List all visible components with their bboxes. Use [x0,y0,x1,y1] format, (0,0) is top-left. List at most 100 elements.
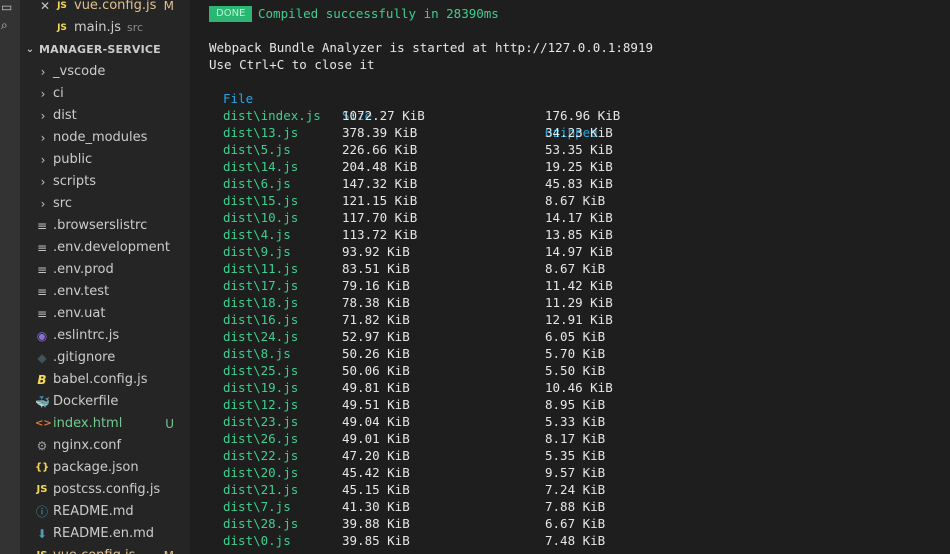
tree-item-label: .browserslistrc [53,218,148,233]
file-item[interactable]: ≡ .env.test [20,281,190,303]
open-editor-path: src [127,21,144,34]
table-row: dist\28.js 39.88 KiB 6.67 KiB [190,515,890,532]
tree-item-label: package.json [53,460,139,475]
table-row: dist\7.js 41.30 KiB 7.88 KiB [190,498,890,515]
file-item[interactable]: <> index.html U [20,413,190,435]
tree-item-label: dist [53,108,77,123]
size-cell: 39.85 KiB [342,533,410,548]
file-item[interactable]: ⓘ README.md [20,501,190,523]
gzipped-cell: 19.25 KiB [545,159,613,174]
close-hint-line: Use Ctrl+C to close it [209,57,375,72]
folder-item[interactable]: › public [20,149,190,171]
gzipped-cell: 7.24 KiB [545,482,606,497]
size-cell: 147.32 KiB [342,176,418,191]
file-item[interactable]: ⚙ nginx.conf [20,435,190,457]
compiled-message: Compiled successfully in 28390ms [258,6,499,21]
size-cell: 49.81 KiB [342,380,410,395]
chevron-right-icon: › [40,197,46,211]
js-file-icon: JS [57,1,67,11]
tree-item-label: public [53,152,93,167]
chevron-right-icon: › [40,109,46,123]
size-cell: 45.42 KiB [342,465,410,480]
search-icon[interactable]: ⌕ [1,18,15,32]
table-row: dist\13.js 378.39 KiB 34.23 KiB [190,124,890,141]
file-item[interactable]: ≡ .env.uat [20,303,190,325]
folder-item[interactable]: › src [20,193,190,215]
table-row: dist\17.js 79.16 KiB 11.42 KiB [190,277,890,294]
lines-icon: ≡ [36,219,48,233]
gzipped-cell: 7.48 KiB [545,533,606,548]
gzipped-cell: 8.67 KiB [545,193,606,208]
tree-item-label: .eslintrc.js [53,328,120,343]
chevron-right-icon: › [40,65,46,79]
file-item[interactable]: ≡ .env.development [20,237,190,259]
file-item[interactable]: 🐳 Dockerfile [20,391,190,413]
files-icon[interactable]: ▭ [1,0,15,14]
file-cell: dist\4.js [223,227,291,242]
open-editor-label: main.js [74,20,121,35]
open-editor-main[interactable]: JS main.js src [20,17,190,39]
size-cell: 113.72 KiB [342,227,418,242]
file-cell: dist\12.js [223,397,299,412]
folder-item[interactable]: › dist [20,105,190,127]
folder-item[interactable]: › ci [20,83,190,105]
file-cell: dist\14.js [223,159,299,174]
file-cell: dist\22.js [223,448,299,463]
babel-icon: B [37,373,47,387]
tree-item-label: .env.prod [53,262,114,277]
tree-item-label: vue.config.js [53,545,135,554]
column-header-file: File [223,91,254,106]
file-cell: dist\17.js [223,278,299,293]
table-row: dist\18.js 78.38 KiB 11.29 KiB [190,294,890,311]
file-item[interactable]: ◆ .gitignore [20,347,190,369]
js-icon: JS [35,545,49,554]
file-cell: dist\26.js [223,431,299,446]
size-cell: 49.04 KiB [342,414,410,429]
size-cell: 41.30 KiB [342,499,410,514]
tree-item-label: Dockerfile [53,394,119,409]
terminal-panel[interactable]: DONE Compiled successfully in 28390ms We… [190,0,950,554]
tree-item-label: README.en.md [53,526,154,541]
gzipped-cell: 13.85 KiB [545,227,613,242]
open-editor-label: vue.config.js [74,0,157,13]
folder-item[interactable]: › _vscode [20,61,190,83]
file-item[interactable]: JS postcss.config.js [20,479,190,501]
file-cell: dist\18.js [223,295,299,310]
gzipped-cell: 5.33 KiB [545,414,606,429]
file-item[interactable]: Bbabel.config.js [20,369,190,391]
gzipped-cell: 176.96 KiB [545,108,621,123]
folder-item[interactable]: › node_modules [20,127,190,149]
file-cell: dist\6.js [223,176,291,191]
gzipped-cell: 6.05 KiB [545,329,606,344]
modified-badge: M [163,0,174,13]
file-item[interactable]: ≡ .browserslistrc [20,215,190,237]
info-icon: ⓘ [35,505,48,519]
table-row: dist\21.js 45.15 KiB 7.24 KiB [190,481,890,498]
gzipped-cell: 11.42 KiB [545,278,613,293]
size-cell: 378.39 KiB [342,125,418,140]
open-editor-vue-config[interactable]: ✕ JS vue.config.js M [20,0,190,17]
gzipped-cell: 7.88 KiB [545,499,606,514]
file-cell: dist\8.js [223,346,291,361]
file-item[interactable]: {} package.json [20,457,190,479]
section-header-manager-service[interactable]: ⌄ MANAGER-SERVICE [20,39,190,61]
tree-item-label: scripts [53,174,96,189]
tree-item-label: ci [53,86,64,101]
file-cell: dist\index.js [223,108,321,123]
file-cell: dist\19.js [223,380,299,395]
folder-item[interactable]: › scripts [20,171,190,193]
gzipped-cell: 11.29 KiB [545,295,613,310]
file-item[interactable]: ◉ .eslintrc.js [20,325,190,347]
close-icon[interactable]: ✕ [38,0,52,17]
table-row: dist\19.js 49.81 KiB 10.46 KiB [190,379,890,396]
size-cell: 47.20 KiB [342,448,410,463]
file-item[interactable]: JS vue.config.js M [20,545,190,554]
file-item[interactable]: ≡ .env.prod [20,259,190,281]
table-row: dist\15.js 121.15 KiB 8.67 KiB [190,192,890,209]
file-item[interactable]: ⬇ README.en.md [20,523,190,545]
table-row: dist\4.js 113.72 KiB 13.85 KiB [190,226,890,243]
size-cell: 49.51 KiB [342,397,410,412]
size-cell: 226.66 KiB [342,142,418,157]
lines-icon: ≡ [36,263,48,277]
chevron-right-icon: › [40,175,46,189]
